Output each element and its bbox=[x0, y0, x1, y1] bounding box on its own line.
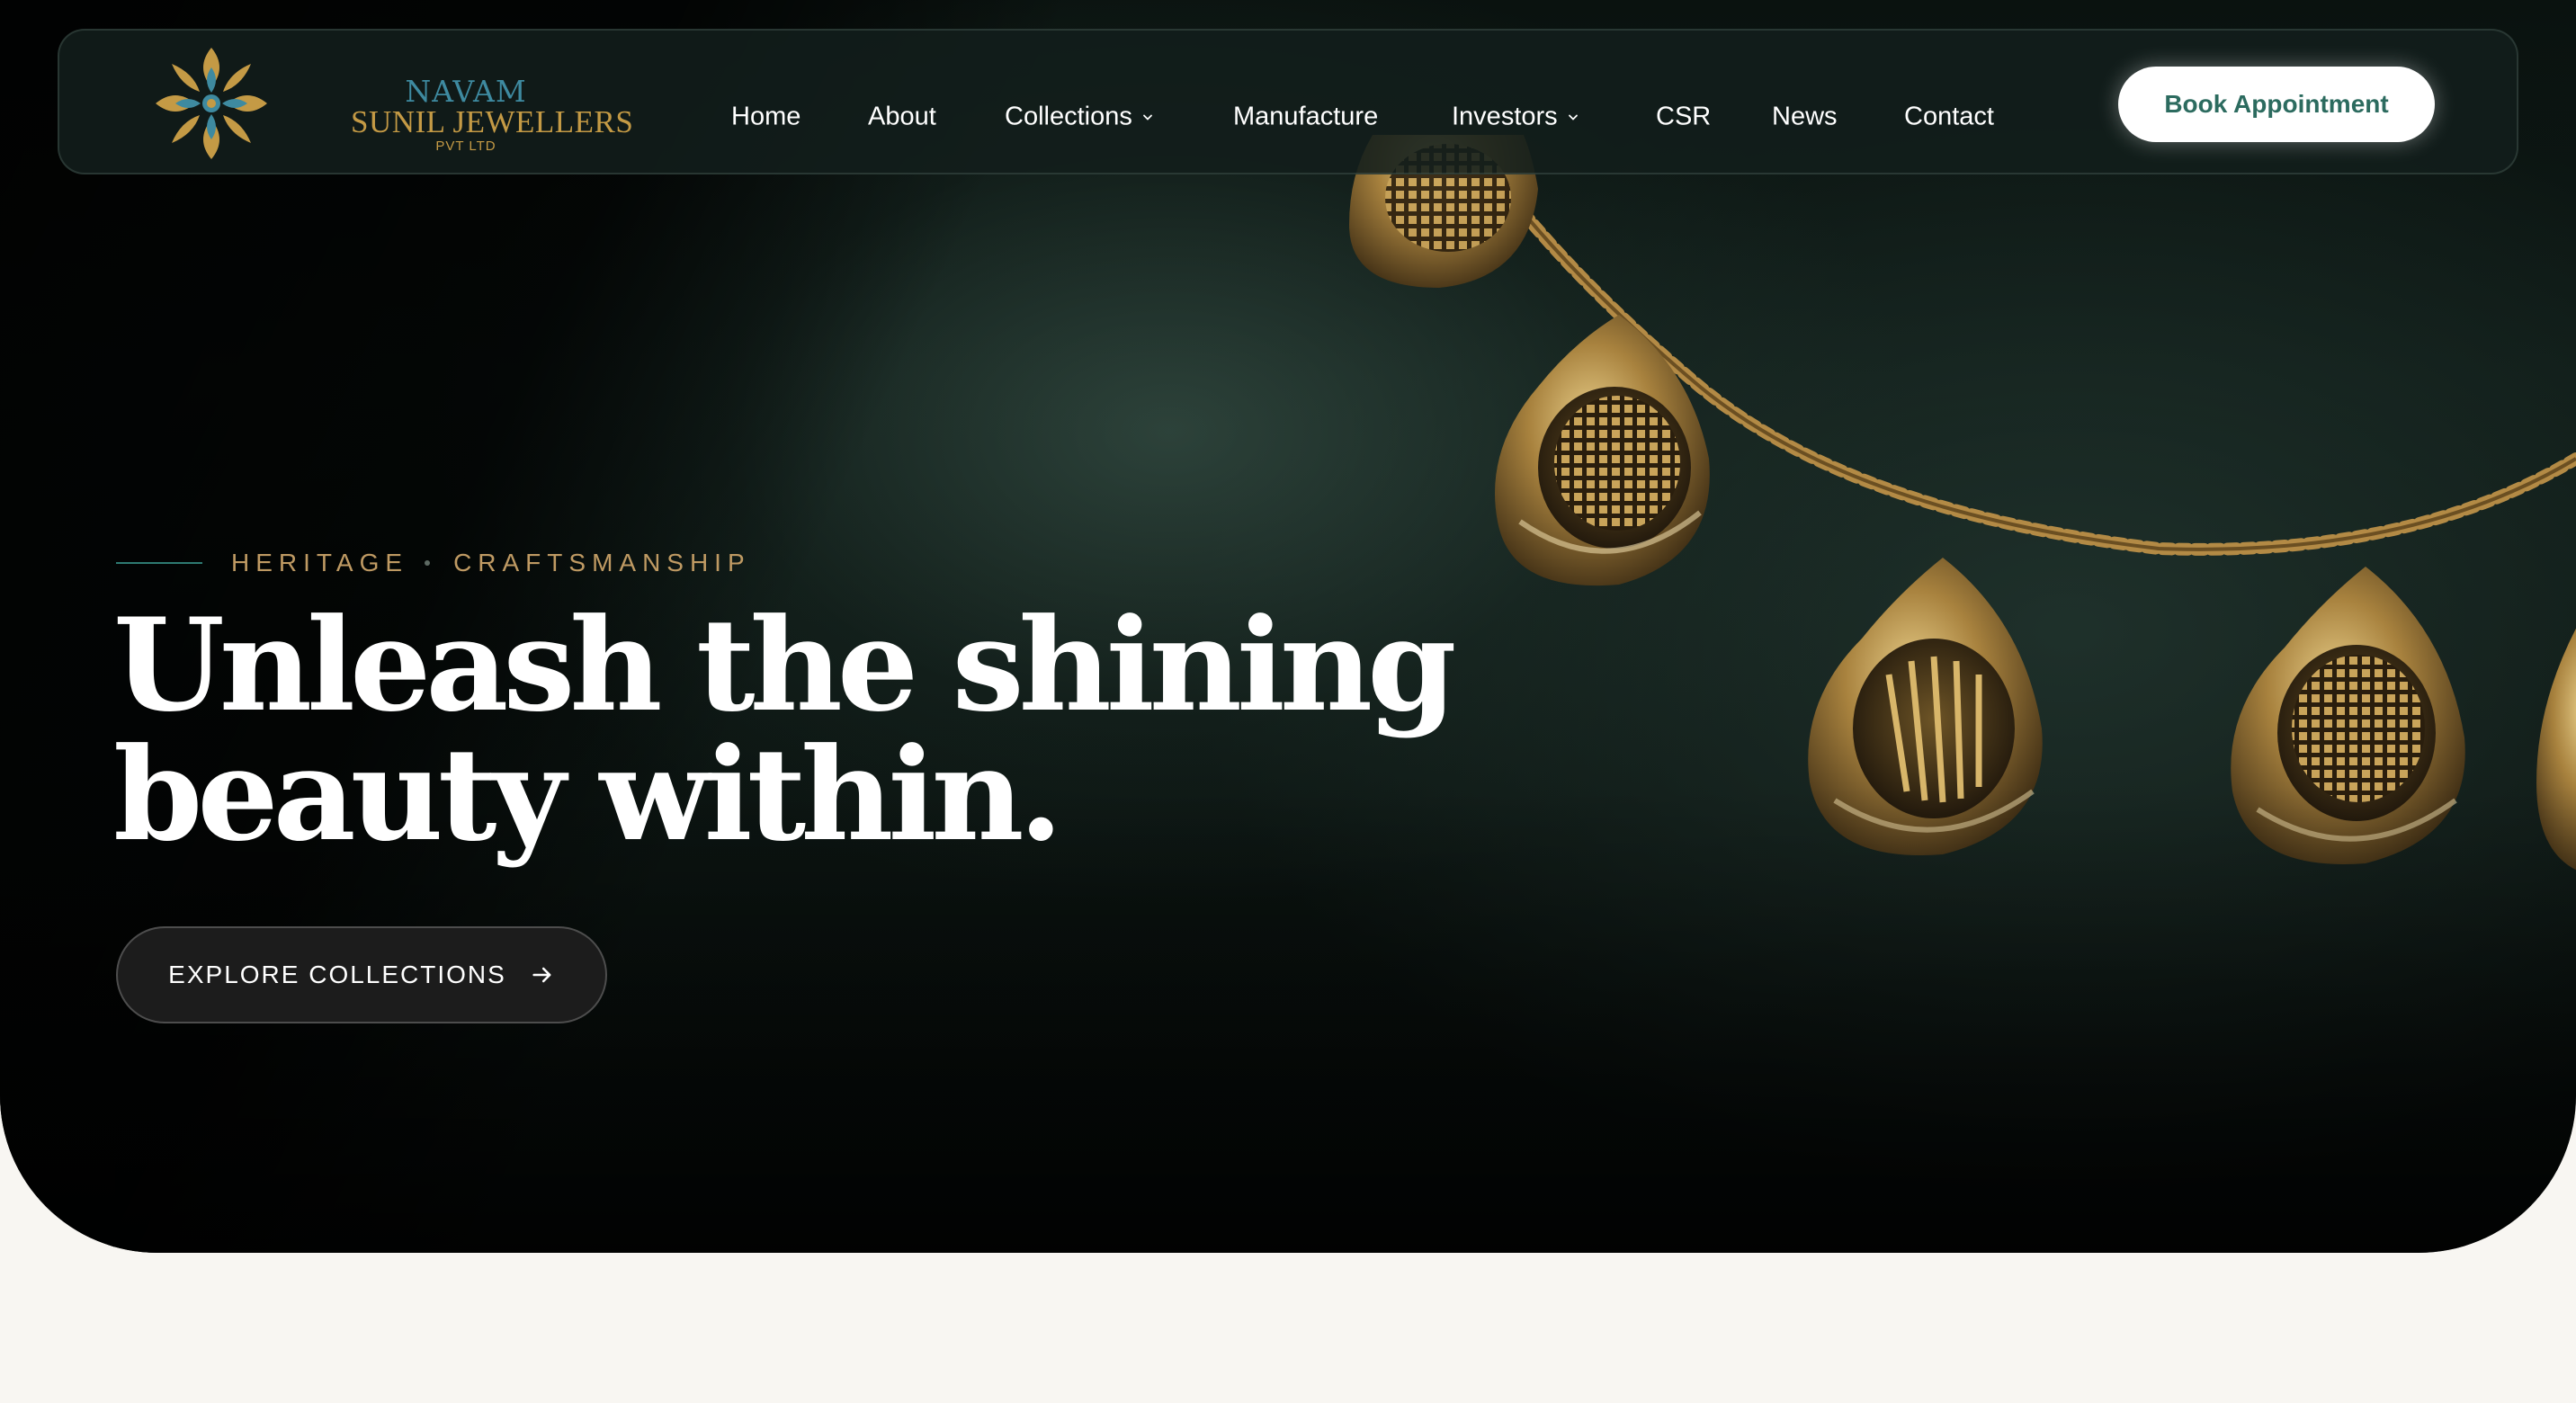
nav-investors-label: Investors bbox=[1452, 102, 1558, 131]
arrow-right-icon bbox=[532, 967, 551, 983]
explore-collections-label: EXPLORE COLLECTIONS bbox=[168, 961, 506, 988]
nav-contact-label: Contact bbox=[1904, 102, 1994, 131]
eyebrow-separator-dot bbox=[425, 560, 431, 566]
headline-line-1: Unleash the shining bbox=[113, 591, 1456, 740]
nav-news[interactable]: News bbox=[1772, 103, 1838, 132]
logo-line-sunil-jewellers: SUNIL JEWELLERS bbox=[351, 104, 634, 139]
book-appointment-button[interactable]: Book Appointment bbox=[2118, 67, 2435, 142]
nav-contact[interactable]: Contact bbox=[1904, 103, 1994, 132]
nav-about[interactable]: About bbox=[868, 103, 936, 132]
chevron-down-icon bbox=[1142, 114, 1152, 121]
eyebrow-line bbox=[116, 562, 202, 564]
nav-csr-label: CSR bbox=[1656, 102, 1712, 131]
nav-csr[interactable]: CSR bbox=[1656, 103, 1711, 132]
nav-manufacture-label: Manufacture bbox=[1233, 102, 1379, 131]
nav-investors[interactable]: Investors bbox=[1452, 103, 1579, 132]
lotus-emblem-icon bbox=[156, 48, 267, 159]
nav-manufacture[interactable]: Manufacture bbox=[1233, 103, 1378, 132]
top-navbar: NAVAM SUNIL JEWELLERS PVT LTD Home About… bbox=[58, 29, 2518, 174]
hero-headline: Unleash the shining beauty within. bbox=[113, 601, 1456, 860]
hero-eyebrow: HERITAGE CRAFTSMANSHIP bbox=[116, 549, 751, 577]
hero-section: HERITAGE CRAFTSMANSHIP Unleash the shini… bbox=[0, 0, 2576, 1253]
nav-about-label: About bbox=[868, 102, 936, 131]
explore-collections-button[interactable]: EXPLORE COLLECTIONS bbox=[116, 926, 607, 1023]
chevron-down-icon bbox=[1568, 114, 1578, 121]
logo-line-pvt-ltd: PVT LTD bbox=[435, 139, 496, 154]
headline-line-2: beauty within. bbox=[113, 720, 1063, 870]
nav-home[interactable]: Home bbox=[731, 103, 801, 132]
eyebrow-word-heritage: HERITAGE bbox=[231, 549, 409, 576]
nav-collections[interactable]: Collections bbox=[1005, 103, 1154, 132]
nav-collections-label: Collections bbox=[1005, 102, 1132, 131]
brand-logo[interactable]: NAVAM SUNIL JEWELLERS PVT LTD bbox=[151, 43, 634, 164]
nav-home-label: Home bbox=[731, 102, 801, 131]
eyebrow-word-craftsmanship: CRAFTSMANSHIP bbox=[453, 549, 751, 576]
nav-news-label: News bbox=[1772, 102, 1838, 131]
